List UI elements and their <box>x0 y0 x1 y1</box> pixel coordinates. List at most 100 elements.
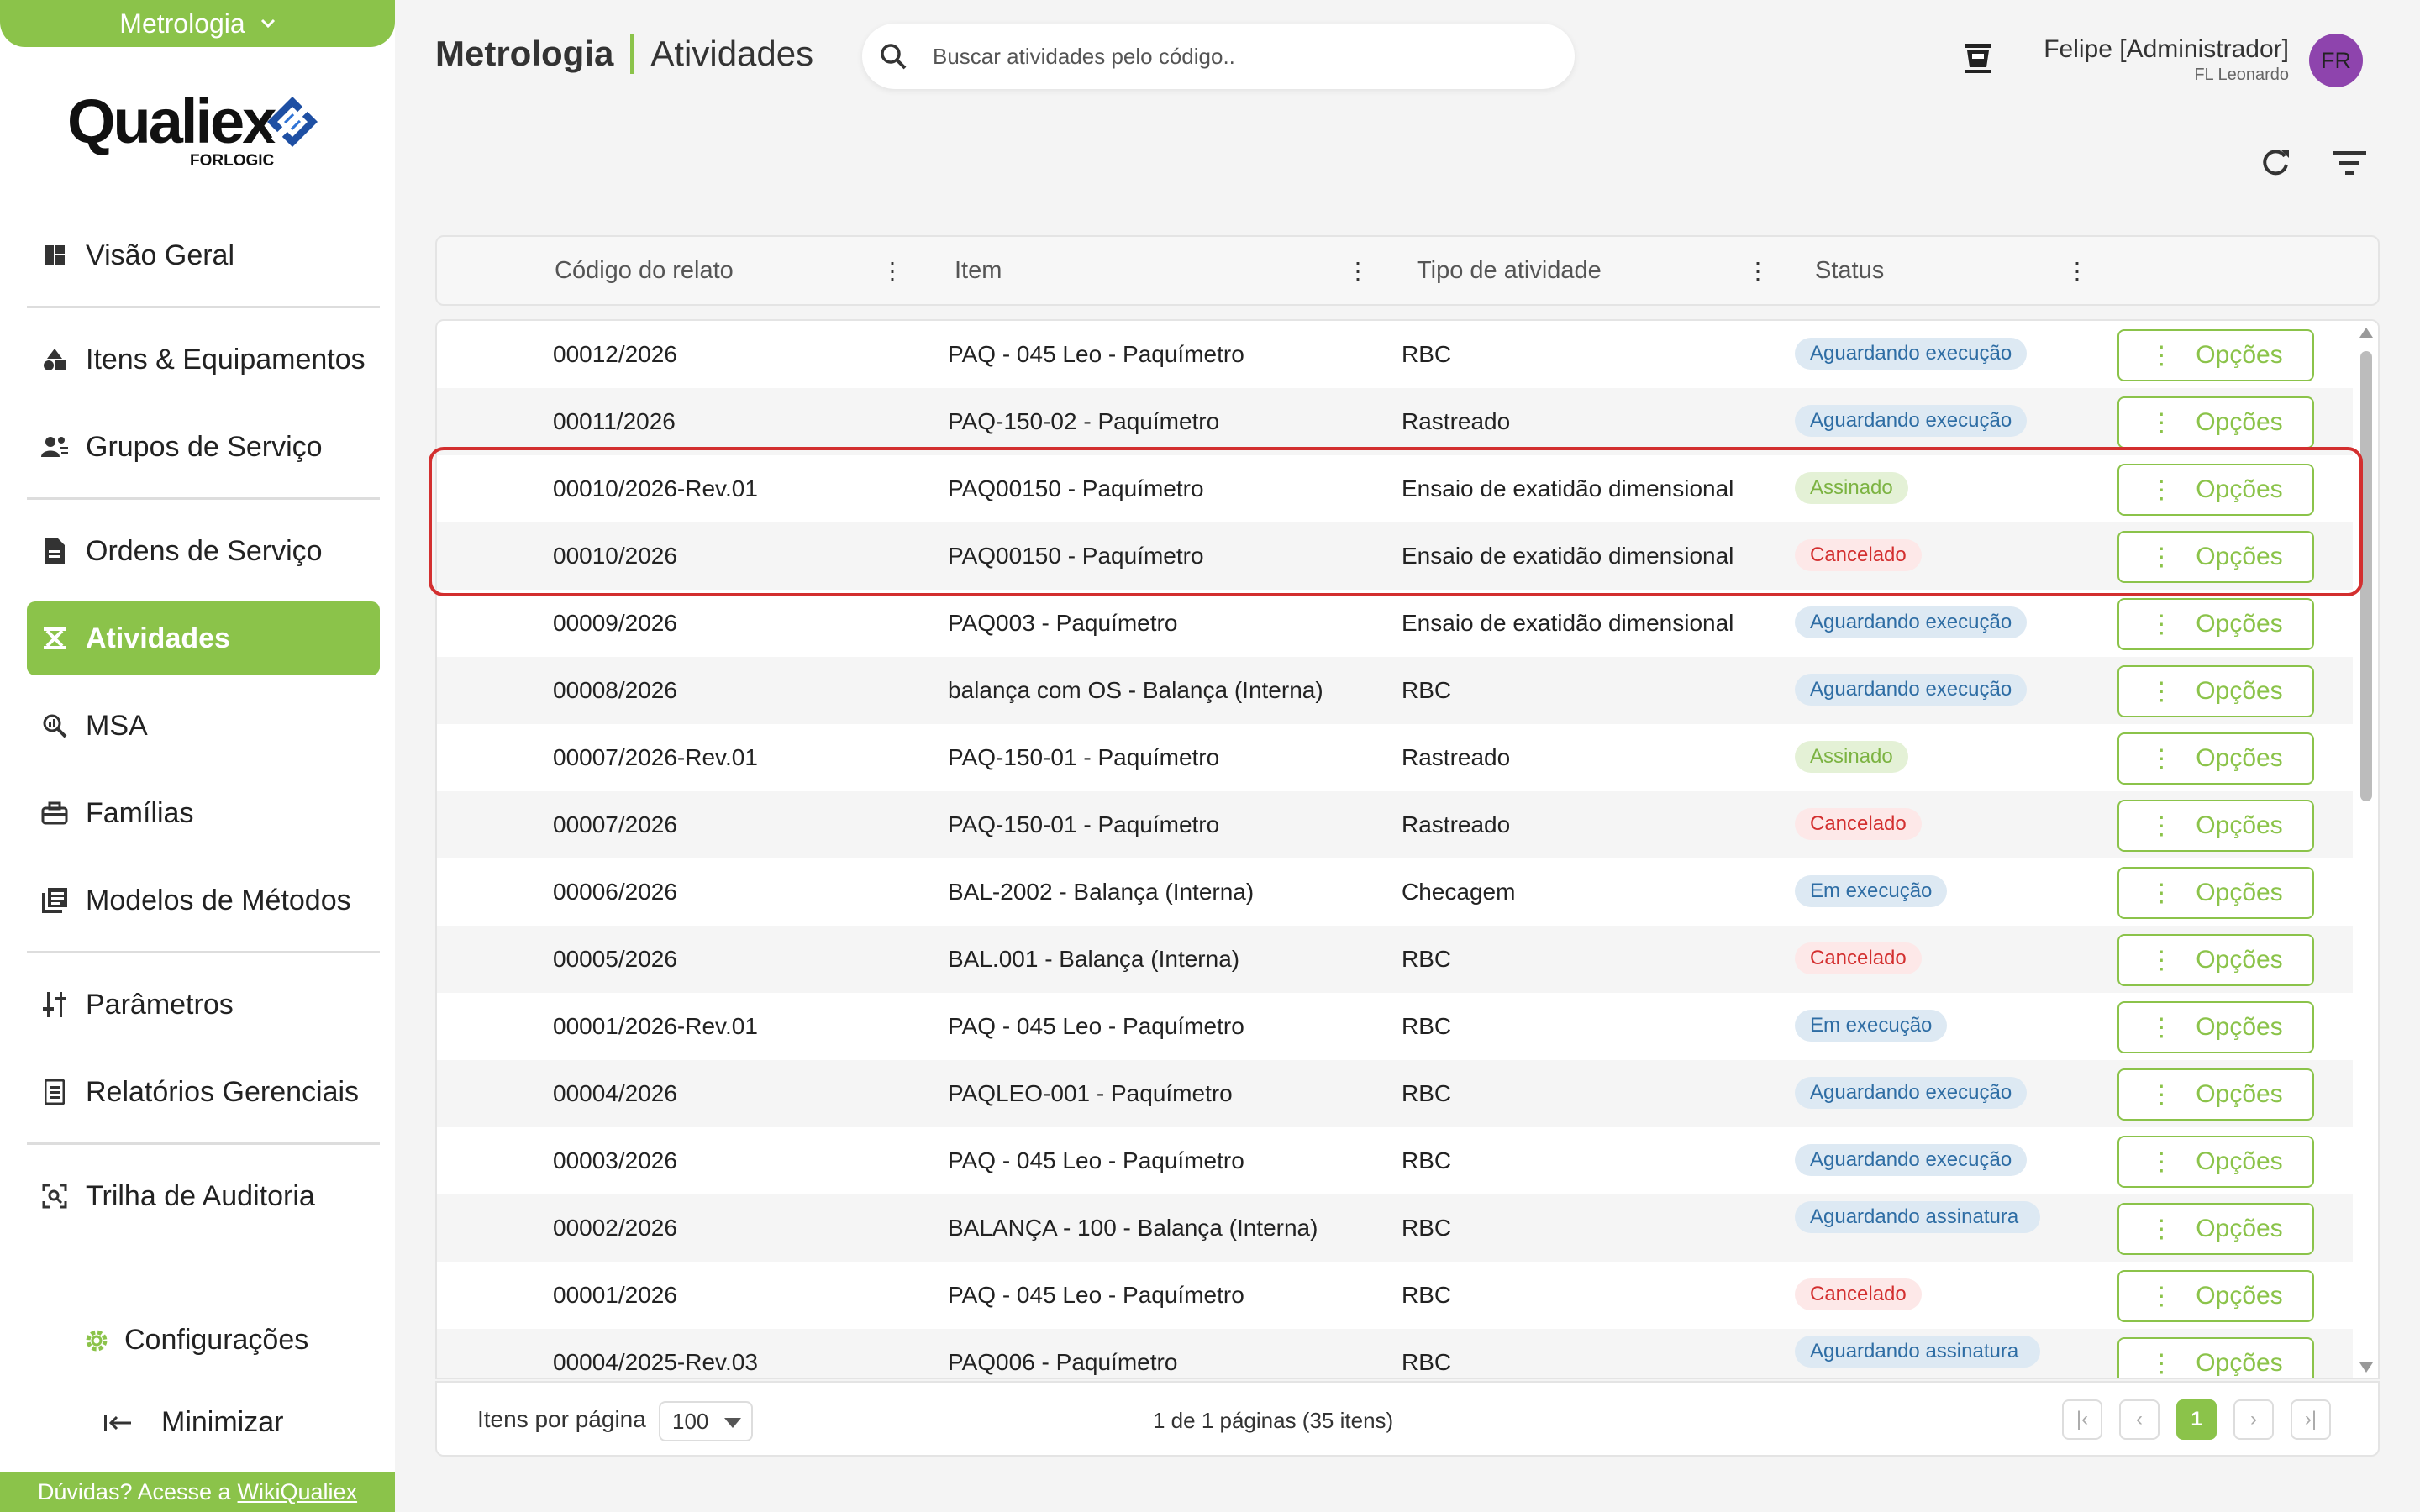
options-label: Opções <box>2196 946 2283 974</box>
sidebar-item-trilha-auditoria[interactable]: Trilha de Auditoria <box>27 1159 380 1233</box>
sidebar-item-modelos-metodos[interactable]: Modelos de Métodos <box>27 864 380 937</box>
table-row[interactable]: 00010/2026-Rev.01 PAQ00150 - Paquímetro En… <box>437 455 2354 522</box>
options-button[interactable]: ⋮ Opções <box>2118 329 2314 381</box>
options-button[interactable]: ⋮ Opções <box>2118 1203 2314 1255</box>
scroll-down-icon[interactable] <box>2360 1362 2373 1373</box>
table-row[interactable]: 00011/2026 PAQ-150-02 - Paquímetro Rastrea… <box>437 388 2354 455</box>
filter-icon[interactable] <box>2333 150 2366 176</box>
more-vert-icon: ⋮ <box>2149 1282 2175 1310</box>
column-header-item[interactable]: Item <box>955 237 1002 304</box>
sidebar-item-familias[interactable]: Famílias <box>27 776 380 850</box>
per-page-label: Itens por página <box>477 1406 646 1432</box>
wiki-link[interactable]: WikiQualiex <box>238 1479 358 1505</box>
sidebar-item-label: Parâmetros <box>86 988 234 1021</box>
table-row[interactable]: 00002/2026 BALANÇA - 100 - Balança (Inter… <box>437 1194 2354 1262</box>
table-row[interactable]: 00005/2026 BAL.001 - Balança (Interna) RBC… <box>437 926 2354 993</box>
cell-tipo: Rastreado <box>1402 811 1511 837</box>
per-page-select[interactable]: 100 <box>659 1401 753 1441</box>
table-row[interactable]: 00007/2026-Rev.01 PAQ-150-01 - Paquímetro… <box>437 724 2354 791</box>
cell-codigo: 00006/2026 <box>553 879 677 905</box>
status-badge: Em execução <box>1795 875 1948 907</box>
minimize-sidebar-button[interactable]: Minimizar <box>104 1406 283 1439</box>
table-scrollbar[interactable] <box>2353 321 2378 1378</box>
more-vert-icon: ⋮ <box>2149 744 2175 773</box>
options-button[interactable]: ⋮ Opções <box>2118 1068 2314 1121</box>
first-page-button[interactable]: |‹ <box>2062 1399 2102 1440</box>
table-row[interactable]: 00001/2026 PAQ - 045 Leo - Paquímetro RBC C… <box>437 1262 2354 1329</box>
table-row[interactable]: 00009/2026 PAQ003 - Paquímetro Ensaio de e… <box>437 590 2354 657</box>
cell-tipo: Ensaio de exatidão dimensional <box>1402 543 1734 569</box>
column-menu-icon[interactable]: ⋮ <box>1346 257 1370 285</box>
sidebar-item-ordens-servico[interactable]: Ordens de Serviço <box>27 514 380 588</box>
table-row[interactable]: 00004/2025-Rev.03 PAQ006 - Paquímetro RBC A… <box>437 1329 2354 1378</box>
options-button[interactable]: ⋮ Opções <box>2118 396 2314 449</box>
column-header-tipo[interactable]: Tipo de atividade <box>1417 237 1602 304</box>
help-text: Dúvidas? Acesse a <box>37 1478 231 1504</box>
next-page-button[interactable]: › <box>2233 1399 2274 1440</box>
more-vert-icon: ⋮ <box>2149 1215 2175 1243</box>
options-button[interactable]: ⋮ Opções <box>2118 531 2314 583</box>
cell-tipo: RBC <box>1402 677 1452 703</box>
table-row[interactable]: 00004/2026 PAQLEO-001 - Paquímetro RBC Agua… <box>437 1060 2354 1127</box>
table-row[interactable]: 00012/2026 PAQ - 045 Leo - Paquímetro RBC A… <box>437 321 2354 388</box>
last-page-button[interactable]: ›| <box>2291 1399 2331 1440</box>
column-menu-icon[interactable]: ⋮ <box>881 257 904 285</box>
options-label: Opções <box>2196 475 2283 503</box>
cell-item: PAQ - 045 Leo - Paquímetro <box>948 1147 1244 1173</box>
more-vert-icon: ⋮ <box>2149 1013 2175 1042</box>
options-button[interactable]: ⋮ Opções <box>2118 800 2314 852</box>
status-badge: Cancelado <box>1795 1278 1922 1310</box>
sidebar-item-label: Modelos de Métodos <box>86 884 351 916</box>
settings-link[interactable]: Configurações <box>84 1324 308 1357</box>
scroll-up-icon[interactable] <box>2360 328 2373 338</box>
page-info: 1 de 1 páginas (35 itens) <box>1153 1408 1394 1433</box>
column-menu-icon[interactable]: ⋮ <box>1746 257 1770 285</box>
options-button[interactable]: ⋮ Opções <box>2118 1001 2314 1053</box>
avatar[interactable]: FR <box>2309 34 2363 87</box>
options-label: Opções <box>2196 1282 2283 1310</box>
sidebar-item-parametros[interactable]: Parâmetros <box>27 968 380 1042</box>
options-button[interactable]: ⋮ Opções <box>2118 598 2314 650</box>
cell-codigo: 00012/2026 <box>553 341 677 367</box>
sidebar-item-label: MSA <box>86 709 148 742</box>
options-button[interactable]: ⋮ Opções <box>2118 867 2314 919</box>
column-header-codigo[interactable]: Código do relato <box>555 237 734 304</box>
column-menu-icon[interactable]: ⋮ <box>2065 257 2089 285</box>
sidebar-item-itens-equipamentos[interactable]: Itens & Equipamentos <box>27 323 380 396</box>
sidebar-item-atividades[interactable]: Atividades <box>27 601 380 675</box>
sidebar-item-grupos-servico[interactable]: Grupos de Serviço <box>27 410 380 484</box>
page-number-button[interactable]: 1 <box>2176 1399 2217 1440</box>
search-input[interactable] <box>933 43 1521 70</box>
sidebar-item-relatorios[interactable]: Relatórios Gerenciais <box>27 1055 380 1129</box>
prev-page-button[interactable]: ‹ <box>2119 1399 2160 1440</box>
options-label: Opções <box>2196 811 2283 839</box>
sidebar-item-msa[interactable]: MSA <box>27 689 380 763</box>
table-row[interactable]: 00010/2026 PAQ00150 - Paquímetro Ensaio de… <box>437 522 2354 590</box>
table-row[interactable]: 00001/2026-Rev.01 PAQ - 045 Leo - Paquíme… <box>437 993 2354 1060</box>
scroll-thumb[interactable] <box>2360 351 2372 801</box>
coffee-cup-icon[interactable] <box>1963 40 1993 74</box>
table-row[interactable]: 00003/2026 PAQ - 045 Leo - Paquímetro RBC A… <box>437 1127 2354 1194</box>
table-row[interactable]: 00008/2026 balança com OS - Balança (Inte… <box>437 657 2354 724</box>
cell-tipo: RBC <box>1402 1282 1452 1308</box>
report-icon <box>40 1078 69 1106</box>
sidebar-item-visao-geral[interactable]: Visão Geral <box>27 218 380 292</box>
more-vert-icon: ⋮ <box>2149 408 2175 437</box>
cell-codigo: 00009/2026 <box>553 610 677 636</box>
options-button[interactable]: ⋮ Opções <box>2118 1270 2314 1322</box>
module-switcher[interactable]: Metrologia <box>0 0 395 47</box>
nav-divider <box>27 951 380 953</box>
column-header-status[interactable]: Status <box>1815 237 1884 304</box>
options-button[interactable]: ⋮ Opções <box>2118 1337 2314 1378</box>
cell-codigo: 00007/2026-Rev.01 <box>553 744 758 770</box>
cell-item: PAQ006 - Paquímetro <box>948 1349 1178 1375</box>
options-button[interactable]: ⋮ Opções <box>2118 464 2314 516</box>
table-row[interactable]: 00006/2026 BAL-2002 - Balança (Interna) Ch… <box>437 858 2354 926</box>
refresh-icon[interactable] <box>2259 146 2292 180</box>
options-button[interactable]: ⋮ Opções <box>2118 934 2314 986</box>
options-button[interactable]: ⋮ Opções <box>2118 1136 2314 1188</box>
status-badge: Assinado <box>1795 741 1908 773</box>
options-button[interactable]: ⋮ Opções <box>2118 665 2314 717</box>
options-button[interactable]: ⋮ Opções <box>2118 732 2314 785</box>
table-row[interactable]: 00007/2026 PAQ-150-01 - Paquímetro Rastrea… <box>437 791 2354 858</box>
